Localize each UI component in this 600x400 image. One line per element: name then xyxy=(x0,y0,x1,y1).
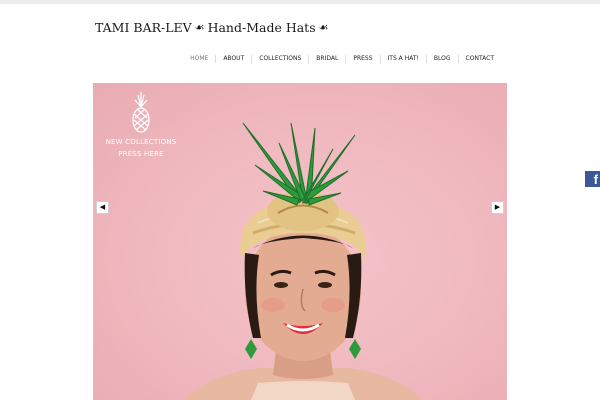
nav-item-collections[interactable]: COLLECTIONS xyxy=(252,53,308,65)
site-title[interactable]: TAMI BAR-LEV ☙ Hand-Made Hats ☙ xyxy=(95,17,332,37)
nav-item-bridal[interactable]: BRIDAL xyxy=(309,53,345,65)
badge-line-1: NEW COLLECTIONS xyxy=(105,138,177,146)
facebook-button[interactable]: f xyxy=(585,171,600,187)
nav-item-contact[interactable]: CONTACT xyxy=(459,53,501,65)
main-navigation: HOME ABOUT COLLECTIONS BRIDAL PRESS ITS … xyxy=(183,53,501,65)
hero-slider[interactable]: NEW COLLECTIONS PRESS HERE xyxy=(93,83,507,400)
leaf-ornament-icon: ☙ xyxy=(318,20,329,34)
chevron-left-icon: ◀ xyxy=(99,203,106,211)
slider-prev-button[interactable]: ◀ xyxy=(96,201,109,214)
nav-item-home[interactable]: HOME xyxy=(183,53,215,65)
nav-item-about[interactable]: ABOUT xyxy=(216,53,251,65)
brand-tagline: Hand-Made Hats xyxy=(207,19,316,35)
chevron-right-icon: ▶ xyxy=(494,203,501,211)
top-border xyxy=(0,0,600,4)
leaf-ornament-icon: ☙ xyxy=(194,20,205,34)
new-collections-badge[interactable]: NEW COLLECTIONS PRESS HERE xyxy=(101,91,181,159)
nav-item-its-a-hat[interactable]: ITS A HAT! xyxy=(381,53,426,65)
nav-item-press[interactable]: PRESS xyxy=(346,53,379,65)
brand-name: TAMI BAR-LEV xyxy=(95,19,192,35)
slider-next-button[interactable]: ▶ xyxy=(491,201,504,214)
pineapple-icon xyxy=(132,92,150,133)
badge-line-2: PRESS HERE xyxy=(118,150,164,158)
facebook-icon: f xyxy=(593,172,598,187)
nav-item-blog[interactable]: BLOG xyxy=(427,53,458,65)
